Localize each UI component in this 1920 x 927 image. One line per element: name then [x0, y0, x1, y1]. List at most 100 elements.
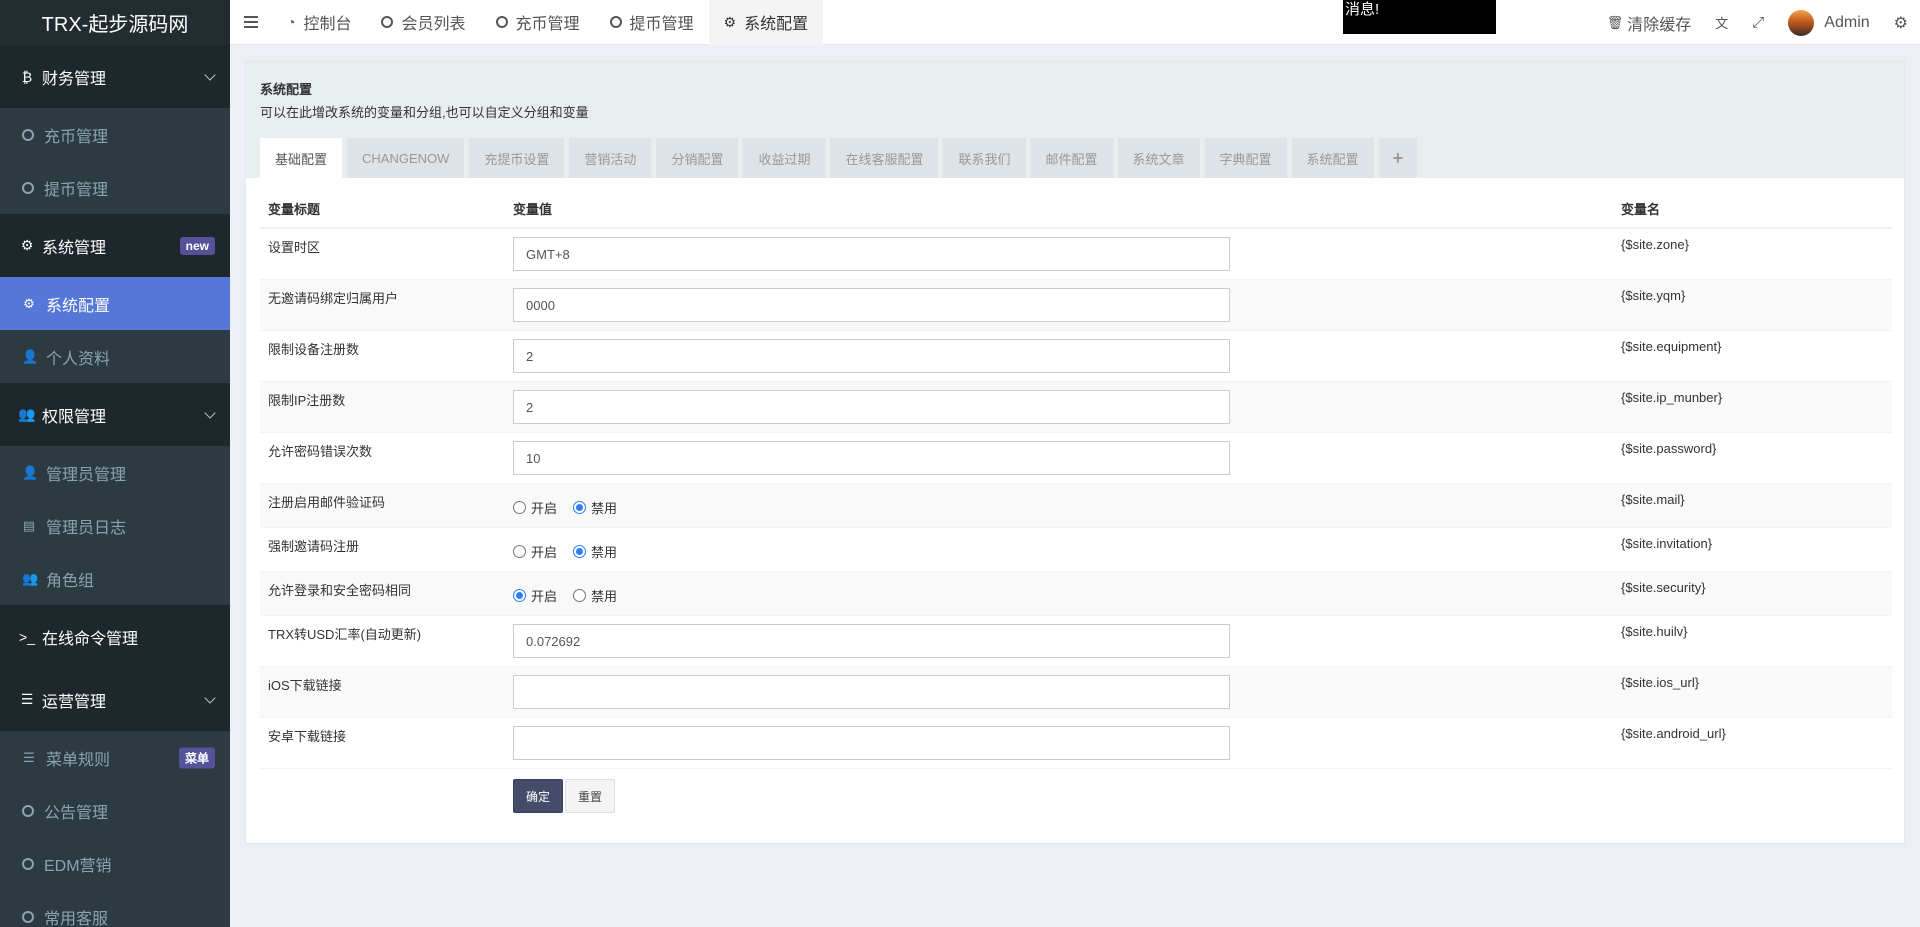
submit-button[interactable]: 确定	[513, 779, 564, 813]
sidebar-item-7[interactable]: 👤 管理员管理	[0, 446, 230, 499]
table-row: 无邀请码绑定归属用户 0000 {$site.yqm}	[260, 279, 1892, 331]
config-tab-2[interactable]: 充提币设置	[469, 138, 565, 178]
sidebar-group-6[interactable]: 👥 权限管理	[0, 383, 230, 446]
add-tab-button[interactable]: +	[1378, 138, 1418, 178]
sidebar-item-label: 充币管理	[44, 128, 109, 146]
sidebar-menu: ₿ 财务管理 充币管理 提币管理 ⚙ 系统管理 new ⚙ 系统配置 👤 个人资料 👥 权限管理 👤 管理员…	[0, 45, 230, 927]
variable-input[interactable]: GMT+8	[513, 237, 1230, 271]
nav-tab-4[interactable]: ⚙ 系统配置	[708, 0, 824, 45]
sidebar-item-15[interactable]: 常用客服	[0, 890, 230, 927]
variable-input[interactable]	[513, 726, 1230, 760]
table-row: 允许登录和安全密码相同 开启 禁用 {$site.security}	[260, 571, 1892, 616]
config-tab-6[interactable]: 在线客服配置	[830, 138, 939, 178]
reset-button[interactable]: 重置	[565, 779, 616, 813]
config-tab-10[interactable]: 字典配置	[1204, 138, 1287, 178]
sidebar-item-14[interactable]: EDM营销	[0, 837, 230, 890]
config-tab-11[interactable]: 系统配置	[1291, 138, 1374, 178]
radio-button[interactable]	[573, 545, 587, 558]
variable-title: 允许登录和安全密码相同	[260, 571, 505, 616]
users-icon: 👥	[18, 406, 36, 422]
gear-icon: ⚙	[23, 295, 35, 311]
radio-button[interactable]	[513, 589, 526, 602]
radio-button[interactable]	[513, 501, 526, 514]
sidebar-item-label: 菜单规则	[46, 751, 111, 769]
sidebar-item-9[interactable]: 👥 角色组	[0, 552, 230, 605]
nav-tab-3[interactable]: 提币管理	[595, 0, 709, 45]
sidebar-item-label: 管理员管理	[46, 466, 127, 484]
table-header-row: 变量标题 变量值 变量名	[260, 188, 1892, 229]
config-tab-3[interactable]: 营销活动	[569, 138, 652, 178]
radio-label: 开启	[531, 501, 558, 516]
config-tab-7[interactable]: 联系我们	[943, 138, 1026, 178]
radio-button[interactable]	[573, 589, 587, 602]
nav-tab-0[interactable]: ◔ 控制台	[272, 0, 366, 45]
hamburger-menu-icon[interactable]	[230, 0, 272, 45]
nav-tab-label: 控制台	[303, 16, 352, 33]
language-icon[interactable]: 文	[1703, 13, 1740, 32]
sidebar-item-label: 财务管理	[42, 70, 107, 88]
panel-heading: 系统配置 可以在此增改系统的变量和分组,也可以自定义分组和变量 基础配置 CHAN…	[246, 61, 1904, 178]
radio-label: 禁用	[591, 589, 618, 604]
fullscreen-icon[interactable]: ⤢	[1740, 14, 1776, 31]
sidebar-item-label: 常用客服	[44, 910, 109, 927]
sidebar-item-8[interactable]: ▤ 管理员日志	[0, 499, 230, 552]
variable-name: {$site.huilv}	[1613, 615, 1892, 667]
user-icon: 👤	[22, 464, 39, 480]
variable-input[interactable]: 0000	[513, 288, 1230, 322]
variable-value-cell: 10	[505, 432, 1613, 484]
circle-icon	[381, 16, 394, 28]
variable-title: 限制设备注册数	[260, 330, 505, 382]
variable-input[interactable]: 10	[513, 441, 1230, 475]
nav-tab-label: 充币管理	[515, 16, 580, 33]
sidebar-group-0[interactable]: ₿ 财务管理	[0, 45, 230, 108]
col-title-header: 变量标题	[260, 188, 505, 229]
config-tab-4[interactable]: 分销配置	[656, 138, 739, 178]
sidebar-item-2[interactable]: 提币管理	[0, 161, 230, 214]
variable-value-cell: 2	[505, 330, 1613, 382]
message-box: 消息!	[1343, 0, 1496, 34]
main-panel: 系统配置 可以在此增改系统的变量和分组,也可以自定义分组和变量 基础配置 CHAN…	[245, 60, 1905, 844]
brand-logo[interactable]: TRX-起步源码网	[0, 0, 230, 45]
config-tab-9[interactable]: 系统文章	[1117, 138, 1200, 178]
terminal-icon: >_	[19, 628, 35, 645]
sidebar-item-13[interactable]: 公告管理	[0, 784, 230, 837]
nav-tab-1[interactable]: 会员列表	[366, 0, 480, 45]
circle-icon	[22, 910, 34, 923]
sidebar-group-10[interactable]: >_ 在线命令管理	[0, 605, 230, 668]
col-value-header: 变量值	[505, 188, 1613, 229]
sidebar-item-label: 在线命令管理	[42, 630, 139, 648]
config-rows: 设置时区 GMT+8 {$site.zone} 无邀请码绑定归属用户 0000 {$sit…	[260, 227, 1892, 821]
sidebar-item-label: 运营管理	[42, 693, 107, 711]
variable-value-cell: 开启 禁用	[505, 527, 1613, 572]
sidebar-item-4[interactable]: ⚙ 系统配置	[0, 277, 230, 330]
config-tab-8[interactable]: 邮件配置	[1030, 138, 1113, 178]
radio-button[interactable]	[573, 501, 587, 514]
variable-name: {$site.android_url}	[1613, 717, 1892, 769]
variable-input[interactable]: 2	[513, 339, 1230, 373]
bars-icon: ☰	[23, 749, 35, 765]
config-tab-1[interactable]: CHANGENOW	[347, 138, 465, 178]
nav-tab-2[interactable]: 充币管理	[481, 0, 595, 45]
settings-gear-icon[interactable]: ⚙	[1882, 13, 1920, 33]
sidebar: TRX-起步源码网 ₿ 财务管理 充币管理 提币管理 ⚙ 系统管理 new ⚙ 系统配置 👤 个人资…	[0, 0, 230, 927]
sidebar-item-1[interactable]: 充币管理	[0, 108, 230, 161]
config-tab-5[interactable]: 收益过期	[743, 138, 826, 178]
radio-button[interactable]	[513, 545, 526, 558]
sidebar-group-3[interactable]: ⚙ 系统管理 new	[0, 214, 230, 277]
variable-input[interactable]	[513, 675, 1230, 709]
sidebar-group-11[interactable]: ☰ 运营管理	[0, 668, 230, 731]
sidebar-item-12[interactable]: ☰ 菜单规则 菜单	[0, 731, 230, 784]
clear-cache-button[interactable]: 🗑 清除缓存	[1595, 11, 1704, 35]
config-tabs: 基础配置 CHANGENOW 充提币设置 营销活动 分销配置 收益过期 在线客服配置 联系我们…	[260, 138, 1890, 178]
variable-title: 允许密码错误次数	[260, 432, 505, 484]
variable-input[interactable]: 2	[513, 390, 1230, 424]
nav-tab-label: 系统配置	[744, 16, 809, 33]
sidebar-item-label: 权限管理	[42, 408, 107, 426]
config-tab-0[interactable]: 基础配置	[260, 138, 343, 178]
sidebar-item-5[interactable]: 👤 个人资料	[0, 330, 230, 383]
variable-input[interactable]: 0.072692	[513, 624, 1230, 658]
cogs-icon: ⚙	[20, 237, 34, 253]
circle-icon	[22, 804, 34, 817]
user-menu[interactable]: Admin	[1776, 9, 1881, 36]
sidebar-item-label: 系统配置	[46, 297, 111, 315]
